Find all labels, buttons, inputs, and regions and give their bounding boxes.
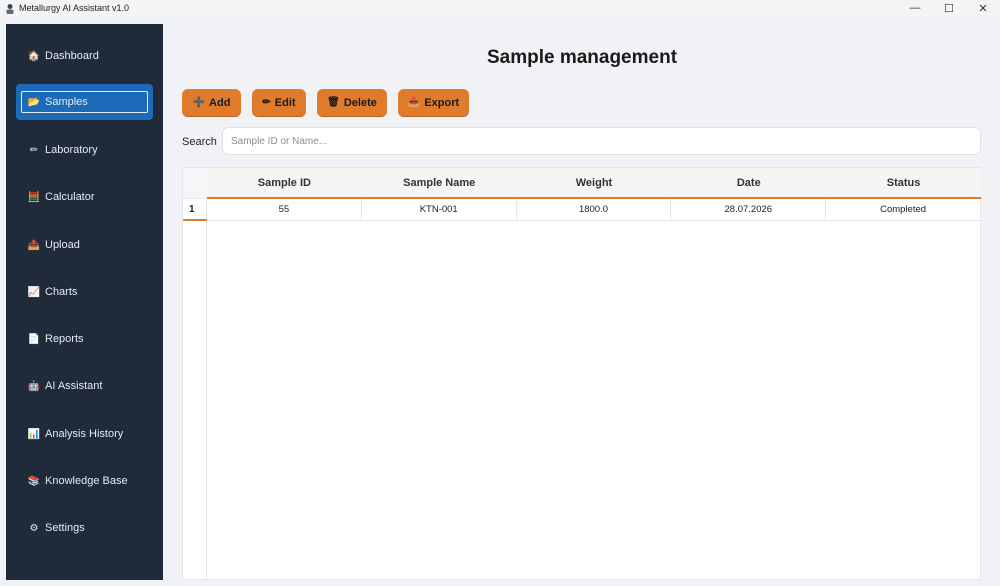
- add-button[interactable]: ➕ Add: [182, 89, 241, 116]
- cell-date[interactable]: 28.07.2026: [671, 199, 827, 220]
- upload-icon: 📤: [27, 239, 41, 251]
- add-button-label: Add: [209, 96, 231, 109]
- sidebar-item-label: Settings: [45, 522, 85, 534]
- column-header-weight[interactable]: Weight: [517, 168, 672, 197]
- sidebar-item-dashboard[interactable]: 🏠 Dashboard: [16, 38, 153, 74]
- table-corner: [183, 168, 207, 199]
- books-icon: 📚: [27, 475, 41, 487]
- sidebar: 🏠 Dashboard 📂 Samples ✏ Laboratory 🧮 Cal…: [6, 24, 163, 580]
- delete-button[interactable]: 🗑 Delete: [317, 89, 387, 116]
- cell-status[interactable]: Completed: [826, 199, 981, 220]
- table-header: Sample ID Sample Name Weight Date Status: [207, 168, 981, 199]
- calculator-icon: 🧮: [27, 191, 41, 203]
- edit-button[interactable]: ✏ Edit: [252, 89, 306, 116]
- robot-icon: 🤖: [27, 380, 41, 392]
- row-number[interactable]: 1: [183, 199, 207, 221]
- cell-sample-id[interactable]: 55: [207, 199, 362, 220]
- maximize-button[interactable]: ☐: [932, 0, 966, 16]
- table-row[interactable]: 55 KTN-001 1800.0 28.07.2026 Completed: [207, 199, 981, 221]
- column-header-sample-name[interactable]: Sample Name: [362, 168, 517, 197]
- sidebar-item-samples[interactable]: 📂 Samples: [16, 84, 153, 120]
- window-titlebar: Metallurgy AI Assistant v1.0 — ☐ ✕: [0, 0, 1000, 16]
- minimize-button[interactable]: —: [898, 0, 932, 16]
- export-button-label: Export: [424, 96, 460, 109]
- sidebar-item-knowledge-base[interactable]: 📚 Knowledge Base: [16, 463, 153, 499]
- samples-table: Sample ID Sample Name Weight Date Status…: [182, 167, 981, 580]
- row-number-column: [183, 199, 207, 579]
- sidebar-item-label: Upload: [45, 239, 80, 251]
- export-icon: 📤: [407, 97, 421, 108]
- sidebar-item-label: Analysis History: [45, 428, 124, 440]
- sidebar-item-reports[interactable]: 📄 Reports: [16, 321, 153, 357]
- sidebar-item-label: Reports: [45, 333, 84, 345]
- sidebar-item-charts[interactable]: 📈 Charts: [16, 274, 153, 310]
- column-header-sample-id[interactable]: Sample ID: [207, 168, 362, 197]
- search-label: Search: [182, 136, 217, 148]
- sidebar-item-label: Knowledge Base: [45, 475, 128, 487]
- sidebar-item-laboratory[interactable]: ✏ Laboratory: [16, 132, 153, 168]
- pencil-icon: ✏: [29, 144, 39, 156]
- page-title: Sample management: [486, 47, 678, 68]
- document-icon: 📄: [27, 333, 41, 345]
- export-button[interactable]: 📤 Export: [398, 89, 469, 116]
- sidebar-item-label: AI Assistant: [45, 380, 103, 392]
- sidebar-item-label: Calculator: [45, 191, 95, 203]
- close-button[interactable]: ✕: [966, 0, 1000, 16]
- trash-icon: 🗑: [327, 97, 340, 108]
- sidebar-item-ai-assistant[interactable]: 🤖 AI Assistant: [16, 368, 153, 404]
- search-input[interactable]: [222, 127, 981, 155]
- cell-sample-name[interactable]: KTN-001: [362, 199, 517, 220]
- edit-button-label: Edit: [274, 96, 296, 109]
- line-chart-icon: 📈: [27, 286, 41, 298]
- column-header-status[interactable]: Status: [826, 168, 981, 197]
- column-header-date[interactable]: Date: [671, 168, 826, 197]
- sidebar-item-label: Laboratory: [45, 144, 98, 156]
- bar-chart-icon: 📊: [27, 428, 41, 440]
- cell-weight[interactable]: 1800.0: [517, 199, 672, 220]
- sidebar-item-label: Dashboard: [45, 50, 99, 62]
- gear-icon: ⚙: [29, 522, 39, 534]
- sidebar-item-calculator[interactable]: 🧮 Calculator: [16, 179, 153, 215]
- window-title: Metallurgy AI Assistant v1.0: [19, 3, 130, 13]
- delete-button-label: Delete: [343, 96, 377, 109]
- pencil-icon: ✏: [262, 97, 271, 108]
- sidebar-item-label: Charts: [45, 286, 78, 298]
- plus-icon: ➕: [192, 97, 206, 108]
- sidebar-item-settings[interactable]: ⚙ Settings: [16, 510, 153, 546]
- sidebar-item-upload[interactable]: 📤 Upload: [16, 227, 153, 263]
- dashboard-icon: 🏠: [27, 50, 41, 62]
- focus-ring: [21, 91, 148, 113]
- app-icon: [5, 2, 15, 14]
- sidebar-item-analysis-history[interactable]: 📊 Analysis History: [16, 416, 153, 452]
